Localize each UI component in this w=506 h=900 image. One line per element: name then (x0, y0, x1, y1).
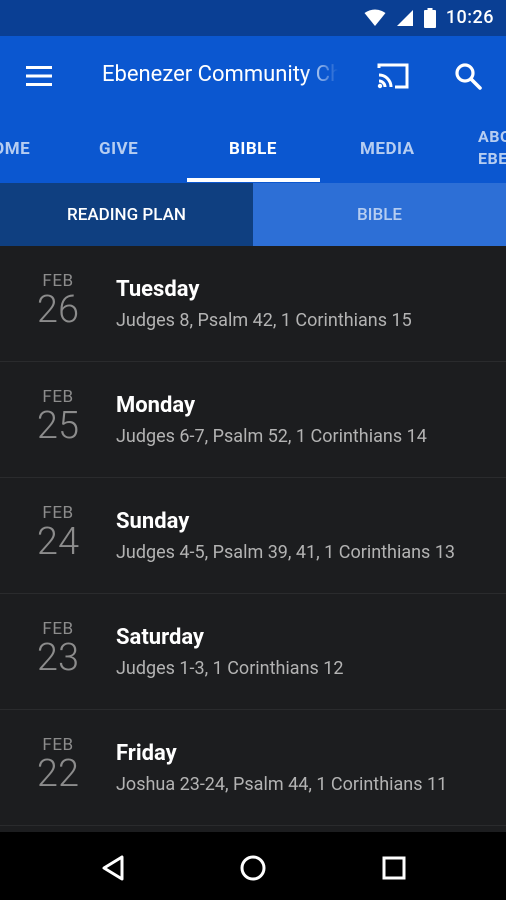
date-badge: FEB 22 (22, 736, 94, 794)
date-badge: FEB 26 (22, 272, 94, 330)
segment-reading-plan[interactable]: READING PLAN (0, 183, 253, 246)
date-day: 22 (36, 752, 80, 796)
date-badge: FEB 24 (22, 504, 94, 562)
date-day: 26 (36, 288, 80, 332)
status-icons: 10:26 (364, 7, 494, 28)
menu-icon[interactable] (26, 66, 52, 86)
reading-row[interactable]: FEB 24 Sunday Judges 4-5, Psalm 39, 41, … (0, 478, 506, 594)
weekday-label: Saturday (116, 625, 205, 650)
signal-icon (396, 9, 413, 26)
recents-icon[interactable] (378, 852, 410, 884)
date-day: 23 (36, 636, 80, 680)
status-time: 10:26 (445, 7, 494, 28)
weekday-label: Tuesday (116, 277, 200, 302)
passages-text: Joshua 23-24, Psalm 44, 1 Corinthians 11 (116, 774, 448, 795)
date-badge: FEB 25 (22, 388, 94, 446)
weekday-label: Monday (116, 393, 196, 418)
passages-text: Judges 1-3, 1 Corinthians 12 (116, 658, 344, 679)
search-icon[interactable] (454, 62, 482, 90)
passages-text: Judges 6-7, Psalm 52, 1 Corinthians 14 (116, 426, 427, 447)
back-icon[interactable] (98, 852, 130, 884)
tab-home[interactable]: HOME (0, 116, 30, 183)
app-bar: Ebenezer Community Church (0, 36, 506, 116)
home-icon[interactable] (237, 852, 269, 884)
tab-indicator (187, 178, 320, 182)
weekday-label: Sunday (116, 509, 190, 534)
weekday-label: Friday (116, 741, 177, 766)
reading-row[interactable]: FEB 25 Monday Judges 6-7, Psalm 52, 1 Co… (0, 362, 506, 478)
date-day: 25 (36, 404, 80, 448)
tab-about[interactable]: ABOUT EBENEZER (478, 126, 506, 170)
reading-list: FEB 26 Tuesday Judges 8, Psalm 42, 1 Cor… (0, 246, 506, 832)
segment-bible[interactable]: BIBLE (253, 183, 506, 246)
date-badge: FEB 23 (22, 620, 94, 678)
tab-give[interactable]: GIVE (99, 116, 138, 183)
tab-bar: HOME GIVE BIBLE MEDIA ABOUT EBENEZER (0, 116, 506, 183)
status-bar: 10:26 (0, 0, 506, 36)
app-title: Ebenezer Community Church (102, 62, 338, 87)
battery-icon (423, 7, 436, 28)
tab-media[interactable]: MEDIA (360, 116, 415, 183)
tab-bible[interactable]: BIBLE (229, 116, 277, 183)
reading-row[interactable]: FEB 26 Tuesday Judges 8, Psalm 42, 1 Cor… (0, 246, 506, 362)
wifi-icon (364, 9, 386, 26)
passages-text: Judges 4-5, Psalm 39, 41, 1 Corinthians … (116, 542, 456, 563)
cast-icon[interactable] (376, 62, 410, 90)
segment-control: READING PLAN BIBLE (0, 183, 506, 246)
date-day: 24 (36, 520, 80, 564)
navigation-bar (0, 832, 506, 900)
reading-row[interactable]: FEB 23 Saturday Judges 1-3, 1 Corinthian… (0, 594, 506, 710)
reading-row[interactable]: FEB 22 Friday Joshua 23-24, Psalm 44, 1 … (0, 710, 506, 826)
passages-text: Judges 8, Psalm 42, 1 Corinthians 15 (116, 310, 412, 331)
